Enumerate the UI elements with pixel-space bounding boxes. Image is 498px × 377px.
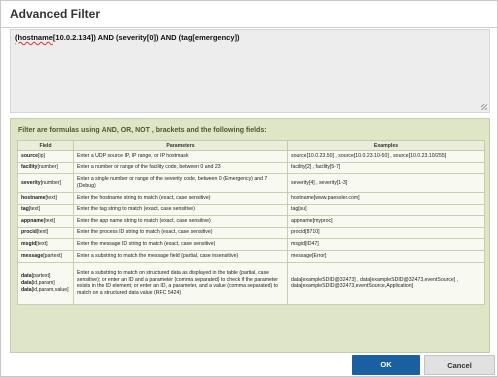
field-line: data[partext] (21, 273, 70, 280)
field-cell: message[partext] (17, 249, 74, 263)
table-row: tag[text] Enter the tag string to match (… (17, 203, 485, 216)
table-row: procid[text] Enter the process ID string … (17, 226, 485, 239)
column-header: Parameters (73, 140, 288, 151)
field-name: facility (21, 164, 38, 171)
examples-cell: msgid[ID47] (287, 238, 485, 251)
field-name: source (21, 152, 39, 159)
parameters-cell: Enter a substring to match on structured… (73, 261, 288, 305)
field-cell: hostname[text] (17, 192, 74, 205)
help-part: Filter are formulas using (18, 127, 102, 134)
field-name: data (21, 279, 32, 286)
field-line: msgid[text] (21, 241, 70, 248)
field-name: tag (21, 206, 29, 213)
table-row: data[partext] data[id,param] data[id,param… (17, 261, 485, 305)
help-intro: Filter are formulas using AND, OR, NOT ,… (18, 127, 267, 134)
examples-cell: data[exampleSDID@32473] , data[exampleSD… (287, 261, 485, 305)
field-name: procid (21, 229, 37, 236)
field-cell: severity[number] (17, 173, 74, 193)
column-header: Field (17, 140, 74, 151)
field-line: facility[number] (21, 164, 70, 171)
field-type: [id,param,value] (31, 286, 69, 293)
help-keyword: AND (101, 127, 117, 134)
field-cell: msgid[text] (17, 238, 74, 251)
field-type: [text] (36, 229, 49, 236)
examples-cell: tag[su] (287, 203, 485, 216)
table-row: hostname[text] Enter the hostname string … (17, 192, 485, 205)
field-name: data (21, 286, 32, 293)
examples-cell: procid[8710] (287, 226, 485, 239)
parameters-cell: Enter a single number or range of the se… (73, 173, 288, 193)
field-cell: procid[text] (17, 226, 74, 239)
table-row: severity[number] Enter a single number or… (17, 173, 485, 193)
field-name: message (21, 252, 44, 259)
examples-cell: severity[4] , severity[1-3] (287, 173, 485, 193)
help-panel: Filter are formulas using AND, OR, NOT ,… (10, 118, 490, 353)
parameters-cell: Enter a number or range of the facility … (73, 161, 288, 174)
field-line: data[id,param,value] (21, 287, 70, 294)
field-name: data (21, 273, 32, 280)
field-line: procid[text] (21, 229, 70, 236)
examples-cell: facility[2] , facility[5-7] (287, 161, 485, 174)
filter-rest: [10.0.2.134]) AND (severity[0]) AND (tag… (52, 33, 240, 42)
field-cell: tag[text] (17, 203, 74, 216)
parameters-cell: Enter a substring to match the message f… (73, 249, 288, 263)
field-type: [number] (40, 179, 62, 186)
help-keyword: OR (120, 127, 132, 134)
table-row: source[ip] Enter a UDP source IP, IP rang… (17, 150, 485, 163)
resize-grip-icon[interactable] (481, 104, 487, 110)
examples-cell: message[Error] (287, 249, 485, 263)
column-header: Examples (287, 140, 485, 151)
examples-cell: hostname[www.paessler.com] (287, 192, 485, 205)
parameters-cell: Enter the hostname string to match (exac… (73, 192, 288, 205)
field-line: severity[number] (21, 180, 70, 187)
field-line: tag[text] (21, 206, 70, 213)
field-type: [ip] (38, 152, 45, 159)
field-type: [partext] (31, 273, 51, 280)
field-line: source[ip] (21, 153, 70, 160)
table-row: facility[number] Enter a number or range … (17, 161, 485, 174)
parameters-cell: Enter the process ID string to match (ex… (73, 226, 288, 239)
help-keyword: NOT (135, 127, 150, 134)
table-body: source[ip] Enter a UDP source IP, IP rang… (17, 150, 485, 305)
advanced-filter-dialog: Advanced Filter (hostname[10.0.2.134]) A… (0, 0, 498, 377)
field-cell: facility[number] (17, 161, 74, 174)
help-part: , brackets and the following fields: (149, 127, 267, 134)
field-type: [number] (37, 164, 58, 171)
field-name: hostname (21, 194, 46, 201)
fields-table: Field Parameters Examples source[ip] Ente… (17, 140, 485, 305)
parameters-cell: Enter the message ID string to match (ex… (73, 238, 288, 251)
cancel-button[interactable]: Cancel (424, 355, 495, 375)
title-bar: Advanced Filter (1, 1, 497, 28)
field-line: hostname[text] (21, 195, 70, 202)
filter-textarea[interactable]: (hostname[10.0.2.134]) AND (severity[0])… (10, 29, 490, 113)
table-row: message[partext] Enter a substring to mat… (17, 249, 485, 263)
parameters-cell: Enter the tag string to match (exact, ca… (73, 203, 288, 216)
field-type: [text] (36, 240, 48, 247)
field-type: [text] (28, 206, 41, 213)
table-row: msgid[text] Enter the message ID string t… (17, 238, 485, 251)
field-line: data[id,param] (21, 280, 70, 287)
field-cell: data[partext] data[id,param] data[id,param… (17, 261, 74, 305)
field-cell: appname[text] (17, 215, 74, 228)
field-cell: source[ip] (17, 150, 74, 163)
field-type: [text] (45, 194, 57, 201)
field-line: message[partext] (21, 253, 70, 260)
examples-cell: appname[myproc] (287, 215, 485, 228)
field-type: [id,param] (31, 279, 55, 286)
field-name: severity (21, 179, 41, 186)
parameters-cell: Enter a UDP source IP, IP range, or IP h… (73, 150, 288, 163)
field-name: msgid (21, 240, 37, 247)
field-type: [partext] (43, 252, 62, 259)
parameters-cell: Enter the app name string to match (exac… (73, 215, 288, 228)
filter-expression: (hostname[10.0.2.134]) AND (severity[0])… (15, 33, 240, 42)
examples-cell: source[10.0.23.50] , source[10.0.23.10-5… (287, 150, 485, 163)
field-line: appname[text] (21, 218, 70, 225)
ok-button[interactable]: OK (352, 355, 420, 375)
field-type: [text] (43, 217, 56, 224)
field-name: appname (21, 217, 44, 224)
dialog-title: Advanced Filter (10, 7, 101, 21)
filter-prefix: (hostname (15, 33, 53, 42)
table-row: appname[text] Enter the app name string t… (17, 215, 485, 228)
